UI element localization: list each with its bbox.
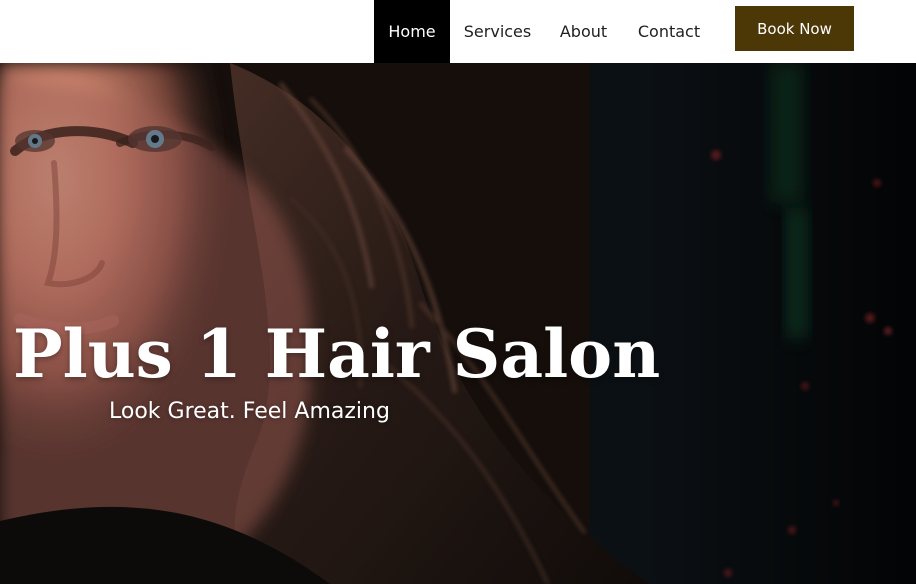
book-now-button[interactable]: Book Now [735,6,854,51]
nav-home-link[interactable]: Home [374,0,450,63]
site-header: Home Services About Contact Book Now [0,0,916,63]
hero-subtitle: Look Great. Feel Amazing [109,399,390,424]
hero-title: Plus 1 Hair Salon [13,315,661,394]
main-navigation: Home Services About Contact [374,0,716,63]
nav-contact-link[interactable]: Contact [622,0,716,63]
nav-services-link[interactable]: Services [450,0,545,63]
page: Home Services About Contact Book Now Plu… [0,0,916,584]
nav-about-link[interactable]: About [545,0,622,63]
hero-section: Plus 1 Hair Salon Look Great. Feel Amazi… [0,63,916,584]
